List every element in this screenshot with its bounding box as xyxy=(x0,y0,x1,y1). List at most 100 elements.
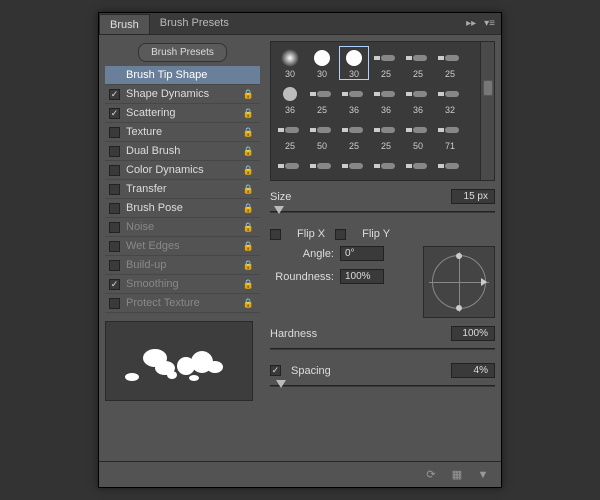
angle-label: Angle: xyxy=(270,248,340,260)
option-row[interactable]: Wet Edges🔒 xyxy=(105,237,260,256)
panel-menu-icon[interactable]: ▾≡ xyxy=(484,18,495,29)
hardness-slider[interactable] xyxy=(270,343,495,355)
brush-thumbnail[interactable]: 25 xyxy=(307,82,337,116)
option-checkbox[interactable] xyxy=(109,89,120,100)
option-row[interactable]: Build-up🔒 xyxy=(105,256,260,275)
brush-icon xyxy=(277,119,303,141)
brush-thumbnail[interactable]: 30 xyxy=(339,46,369,80)
brush-thumbnail[interactable]: 30 xyxy=(275,46,305,80)
option-row[interactable]: Dual Brush🔒 xyxy=(105,142,260,161)
option-row[interactable]: Shape Dynamics🔒 xyxy=(105,85,260,104)
option-checkbox[interactable] xyxy=(109,222,120,233)
brush-icon xyxy=(309,155,335,176)
flip-x-checkbox[interactable] xyxy=(270,229,281,240)
brush-thumbnail[interactable]: 25 xyxy=(403,46,433,80)
lock-icon[interactable]: 🔒 xyxy=(243,260,254,271)
lock-icon[interactable]: 🔒 xyxy=(243,279,254,290)
scrollbar-thumb[interactable] xyxy=(483,80,493,96)
lock-icon[interactable]: 🔒 xyxy=(243,146,254,157)
brush-thumbnail[interactable]: 36 xyxy=(435,154,465,176)
lock-icon[interactable]: 🔒 xyxy=(243,298,254,309)
compass-handle-bottom[interactable] xyxy=(456,305,462,311)
size-value[interactable]: 15 px xyxy=(451,189,495,204)
tab-brush[interactable]: Brush xyxy=(99,14,150,34)
compass-handle-top[interactable] xyxy=(456,253,462,259)
option-checkbox[interactable] xyxy=(109,203,120,214)
flip-y-checkbox[interactable] xyxy=(335,229,346,240)
brush-thumbnail[interactable]: 25 xyxy=(371,118,401,152)
option-row[interactable]: Noise🔒 xyxy=(105,218,260,237)
option-checkbox[interactable] xyxy=(109,146,120,157)
brush-thumbnail[interactable]: 25 xyxy=(275,118,305,152)
brush-presets-button[interactable]: Brush Presets xyxy=(138,43,227,62)
brush-thumbnail[interactable]: 50 xyxy=(403,154,433,176)
option-checkbox[interactable] xyxy=(109,298,120,309)
brush-thumbnail[interactable]: 36 xyxy=(339,82,369,116)
lock-icon[interactable]: 🔒 xyxy=(243,89,254,100)
spacing-checkbox[interactable] xyxy=(270,365,281,376)
brush-size-label: 30 xyxy=(317,69,327,79)
option-row[interactable]: Brush Pose 🔒 xyxy=(105,199,260,218)
lock-icon[interactable]: 🔒 xyxy=(243,222,254,233)
angle-input[interactable] xyxy=(340,246,384,261)
brush-size-label: 25 xyxy=(445,69,455,79)
option-checkbox[interactable] xyxy=(109,279,120,290)
hardness-value[interactable]: 100% xyxy=(451,326,495,341)
brush-thumbnail[interactable]: 36 xyxy=(275,82,305,116)
option-row[interactable]: Texture 🔒 xyxy=(105,123,260,142)
brush-thumbnail[interactable]: 50 xyxy=(371,154,401,176)
brush-thumbnail[interactable]: 50 xyxy=(307,154,337,176)
option-row[interactable]: Protect Texture🔒 xyxy=(105,294,260,313)
brush-grid-scrollbar[interactable] xyxy=(480,42,494,180)
lock-icon[interactable]: 🔒 xyxy=(243,108,254,119)
trash-icon[interactable]: ▼ xyxy=(475,468,491,482)
spacing-value[interactable]: 4% xyxy=(451,363,495,378)
option-checkbox[interactable] xyxy=(109,241,120,252)
brush-thumbnail[interactable]: 25 xyxy=(371,46,401,80)
brush-size-label: 25 xyxy=(285,141,295,151)
brush-thumbnail[interactable]: 36 xyxy=(403,82,433,116)
option-checkbox[interactable] xyxy=(109,260,120,271)
lock-icon[interactable]: 🔒 xyxy=(243,127,254,138)
roundness-input[interactable] xyxy=(340,269,384,284)
new-preset-icon[interactable]: ▦ xyxy=(449,468,465,482)
angle-arrow-icon xyxy=(481,278,487,286)
collapse-icon[interactable]: ▸▸ xyxy=(466,18,476,29)
brush-thumbnail[interactable]: 32 xyxy=(435,82,465,116)
size-slider[interactable] xyxy=(270,206,495,218)
option-row[interactable]: Transfer🔒 xyxy=(105,180,260,199)
option-label: Smoothing xyxy=(126,278,179,290)
option-row[interactable]: Color Dynamics🔒 xyxy=(105,161,260,180)
lock-icon[interactable]: 🔒 xyxy=(243,241,254,252)
toggle-icon[interactable]: ⟳ xyxy=(423,468,439,482)
brush-thumbnail[interactable]: 25 xyxy=(275,154,305,176)
flip-y-label: Flip Y xyxy=(362,228,390,240)
lock-icon[interactable]: 🔒 xyxy=(243,165,254,176)
option-row[interactable]: Scattering🔒 xyxy=(105,104,260,123)
lock-icon[interactable]: 🔒 xyxy=(243,184,254,195)
stroke-preview xyxy=(105,321,253,401)
angle-compass[interactable] xyxy=(423,246,495,318)
brush-thumbnail[interactable]: 50 xyxy=(403,118,433,152)
option-checkbox[interactable] xyxy=(109,184,120,195)
brush-thumbnail[interactable]: 25 xyxy=(339,118,369,152)
lock-icon[interactable]: 🔒 xyxy=(243,203,254,214)
option-row[interactable]: Smoothing 🔒 xyxy=(105,275,260,294)
brush-thumbnail[interactable]: 71 xyxy=(435,118,465,152)
option-row[interactable]: Brush Tip Shape xyxy=(105,66,260,85)
brush-thumbnail[interactable]: 50 xyxy=(339,154,369,176)
option-label: Brush Pose xyxy=(126,202,183,214)
option-label: Texture xyxy=(126,126,162,138)
option-checkbox[interactable] xyxy=(109,127,120,138)
option-checkbox[interactable] xyxy=(109,108,120,119)
brush-thumbnail[interactable]: 25 xyxy=(435,46,465,80)
tab-brush-presets[interactable]: Brush Presets xyxy=(150,13,239,34)
option-checkbox[interactable] xyxy=(109,165,120,176)
brush-thumbnail[interactable]: 36 xyxy=(371,82,401,116)
brush-size-label: 36 xyxy=(349,105,359,115)
brush-thumbnail[interactable]: 30 xyxy=(307,46,337,80)
brush-icon xyxy=(309,47,335,69)
spacing-slider[interactable] xyxy=(270,380,495,392)
brush-thumbnail[interactable]: 50 xyxy=(307,118,337,152)
brush-size-label: 50 xyxy=(413,141,423,151)
